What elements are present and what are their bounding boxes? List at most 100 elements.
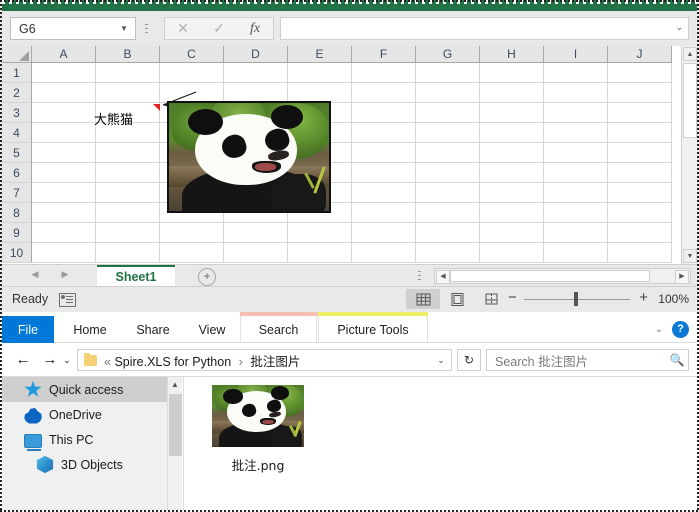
breadcrumb[interactable]: « Spire.XLS for Python › 批注图片 ⌄ (77, 349, 452, 371)
next-sheet-icon[interactable]: ▶ (54, 269, 76, 283)
sidebar-item-3d-objects[interactable]: 3D Objects (2, 452, 182, 477)
tab-share[interactable]: Share (122, 316, 184, 343)
scroll-down-icon[interactable]: ▼ (683, 249, 697, 263)
cancel-x-icon[interactable]: ✕ (165, 20, 201, 37)
scroll-right-icon[interactable]: ▶ (675, 270, 689, 284)
sidebar-item-label: 3D Objects (61, 457, 123, 472)
recent-locations-icon[interactable]: ⌄ (60, 350, 74, 370)
column-header-h[interactable]: H (480, 46, 544, 63)
chevron-down-icon[interactable]: ▼ (113, 24, 135, 33)
row-header-10[interactable]: 10 (2, 243, 32, 263)
refresh-icon[interactable]: ↻ (457, 349, 481, 371)
list-item[interactable]: 批注.png (198, 385, 318, 474)
navigation-pane: Quick access OneDrive This PC 3D Objects ▲ (2, 377, 182, 510)
column-header-j[interactable]: J (608, 46, 672, 63)
breadcrumb-item-1[interactable]: 批注图片 (250, 355, 300, 369)
scroll-left-icon[interactable]: ◀ (436, 270, 450, 284)
row-headers: 1 2 3 4 5 6 7 8 9 10 (2, 63, 32, 263)
screenshot-root: G6 ▼ ✕ ✓ fx ⌄ ABCDEFGHIJ 1 2 3 4 5 6 7 8 9 10 大熊猫 (0, 0, 699, 512)
pin-star-icon (24, 380, 42, 397)
search-icon[interactable]: 🔍 (666, 353, 688, 367)
row-header-9[interactable]: 9 (2, 223, 32, 243)
tab-view[interactable]: View (184, 316, 240, 343)
nav-scroll-thumb[interactable] (169, 394, 182, 456)
add-sheet-button[interactable]: + (198, 268, 216, 286)
spreadsheet-grid: ABCDEFGHIJ 1 2 3 4 5 6 7 8 9 10 大熊猫 ▲ ▼ (2, 46, 697, 264)
breadcrumb-overflow[interactable]: « (104, 355, 111, 369)
zoom-level-label[interactable]: 100% (658, 292, 689, 306)
chevron-down-icon[interactable]: ⌄ (675, 22, 683, 33)
column-header-e[interactable]: E (288, 46, 352, 63)
cell-area[interactable]: 大熊猫 (32, 63, 672, 263)
row-header-4[interactable]: 4 (2, 123, 32, 143)
sidebar-item-onedrive[interactable]: OneDrive (2, 402, 182, 427)
row-header-2[interactable]: 2 (2, 83, 32, 103)
search-input[interactable]: Search 批注图片 🔍 (486, 349, 689, 371)
tab-home[interactable]: Home (60, 316, 120, 343)
select-all-corner[interactable] (2, 46, 32, 63)
this-pc-icon (24, 433, 42, 451)
back-arrow-icon[interactable]: ← (12, 350, 34, 370)
status-text: Ready (12, 292, 49, 306)
tab-split-grip[interactable] (418, 271, 421, 282)
check-icon[interactable]: ✓ (201, 20, 237, 37)
name-box[interactable]: G6 ▼ (10, 17, 136, 40)
file-list-pane[interactable]: 批注.png (183, 377, 697, 510)
chevron-down-icon[interactable]: ⌄ (431, 355, 451, 366)
zoom-in-button[interactable]: + (639, 290, 648, 305)
record-macro-icon[interactable] (59, 293, 76, 307)
hscroll-thumb[interactable] (450, 270, 650, 282)
sidebar-item-label: Quick access (49, 382, 124, 397)
nav-scrollbar[interactable]: ▲ (167, 377, 182, 510)
row-header-6[interactable]: 6 (2, 163, 32, 183)
help-icon[interactable]: ? (672, 321, 689, 338)
panda-picture[interactable] (167, 101, 331, 213)
column-header-i[interactable]: I (544, 46, 608, 63)
tab-picture-tools[interactable]: Picture Tools (318, 316, 428, 343)
scroll-up-icon[interactable]: ▲ (683, 47, 697, 61)
zoom-out-button[interactable]: − (508, 290, 517, 305)
normal-view-icon[interactable] (406, 289, 440, 309)
column-header-b[interactable]: B (96, 46, 160, 63)
excel-window: G6 ▼ ✕ ✓ fx ⌄ ABCDEFGHIJ 1 2 3 4 5 6 7 8 9 10 大熊猫 (0, 0, 699, 312)
vertical-scrollbar[interactable]: ▲ ▼ (681, 46, 697, 264)
view-buttons (406, 289, 508, 309)
page-layout-view-icon[interactable] (440, 289, 474, 309)
chevron-down-icon[interactable]: ⌄ (655, 324, 663, 335)
file-thumbnail (212, 385, 304, 447)
column-header-a[interactable]: A (32, 46, 96, 63)
forward-arrow-icon[interactable]: → (39, 350, 61, 370)
prev-sheet-icon[interactable]: ◀ (24, 269, 46, 283)
row-header-8[interactable]: 8 (2, 203, 32, 223)
breadcrumb-separator[interactable]: › (239, 355, 243, 369)
row-header-5[interactable]: 5 (2, 143, 32, 163)
zoom-knob[interactable] (574, 292, 578, 306)
tab-search[interactable]: Search (240, 316, 317, 343)
scroll-up-icon[interactable]: ▲ (168, 377, 182, 393)
breadcrumb-item-0[interactable]: Spire.XLS for Python (114, 355, 231, 369)
row-header-3[interactable]: 3 (2, 103, 32, 123)
horizontal-scrollbar[interactable]: ◀ ▶ (434, 268, 691, 284)
column-header-g[interactable]: G (416, 46, 480, 63)
formula-action-group: ✕ ✓ fx (164, 17, 274, 40)
column-header-f[interactable]: F (352, 46, 416, 63)
column-header-d[interactable]: D (224, 46, 288, 63)
formula-bar-grip (145, 24, 148, 35)
search-placeholder: Search 批注图片 (495, 354, 589, 369)
onedrive-cloud-icon (24, 408, 42, 424)
tab-file[interactable]: File (2, 316, 54, 343)
formula-bar-row: G6 ▼ ✕ ✓ fx ⌄ (2, 11, 697, 46)
sidebar-item-quick-access[interactable]: Quick access (2, 377, 182, 402)
scrollbar-thumb[interactable] (683, 63, 697, 138)
column-header-c[interactable]: C (160, 46, 224, 63)
sidebar-item-this-pc[interactable]: This PC (2, 427, 182, 452)
sheet-tab-row: ◀ ▶ Sheet1 + ◀ ▶ (2, 264, 697, 287)
breadcrumb-path: « Spire.XLS for Python › 批注图片 (97, 351, 431, 370)
row-header-1[interactable]: 1 (2, 63, 32, 83)
sheet-tab-sheet1[interactable]: Sheet1 (97, 265, 175, 287)
zoom-slider[interactable]: − + (508, 290, 648, 307)
row-header-7[interactable]: 7 (2, 183, 32, 203)
fx-icon[interactable]: fx (237, 21, 273, 37)
formula-input[interactable]: ⌄ (280, 17, 689, 40)
page-break-view-icon[interactable] (474, 289, 508, 309)
